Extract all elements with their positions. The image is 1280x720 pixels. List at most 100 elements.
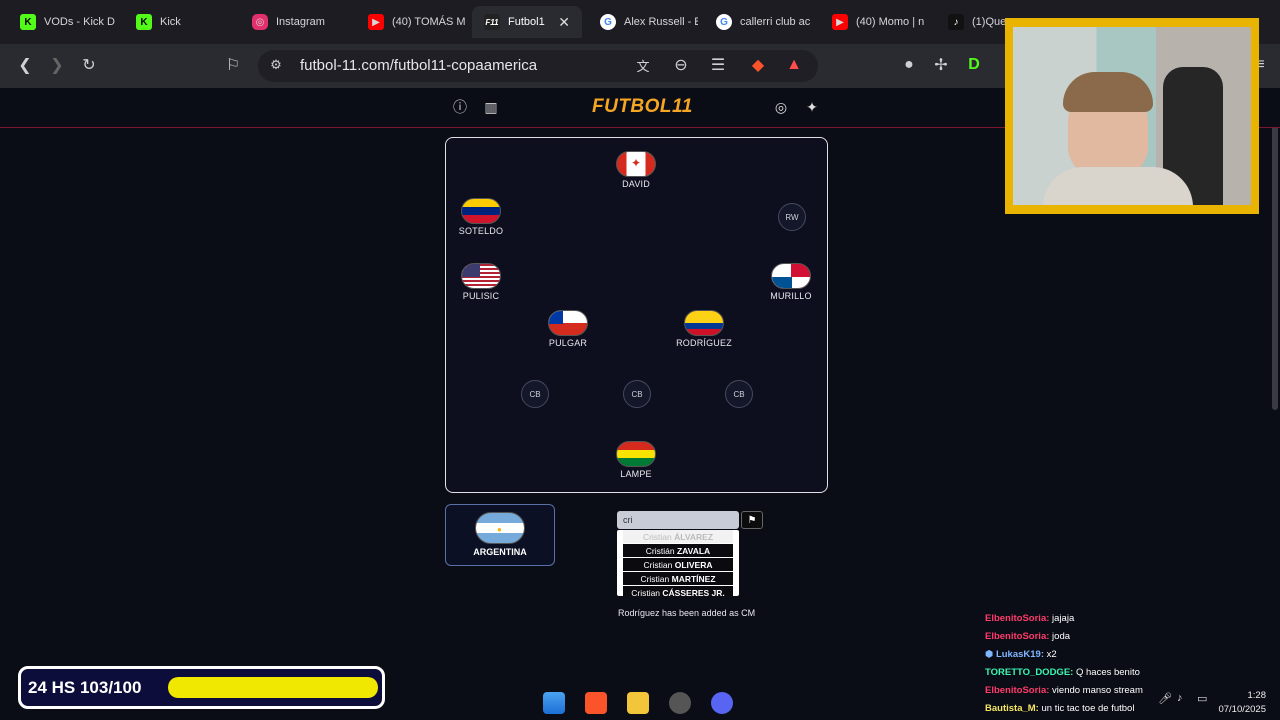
suggestion-item[interactable]: Cristian ÁLVAREZ (623, 530, 733, 544)
close-tab-icon[interactable]: ✕ (558, 14, 570, 31)
microphone-icon[interactable]: 🎤︎ (1158, 692, 1172, 705)
zoom-icon[interactable]: ⊖ (669, 53, 693, 77)
chat-message: ⬢ LukasK19: x2 (985, 649, 1057, 660)
player-david[interactable]: ✦ DAVID (591, 151, 681, 189)
goal-progress-bar (168, 677, 378, 698)
slot-cb[interactable]: CB (623, 380, 651, 408)
google-icon: G (600, 14, 616, 30)
tab-google-callerri[interactable]: G callerri club ac (704, 6, 814, 38)
brave-browser-icon[interactable] (585, 692, 607, 714)
google-icon: G (716, 14, 732, 30)
suggestion-item[interactable]: Cristián ZAVALA (623, 544, 733, 558)
team-card[interactable]: ● ARGENTINA (445, 504, 555, 566)
instagram-icon[interactable]: ◎ (772, 98, 790, 116)
player-name: DAVID (622, 179, 650, 189)
suggestion-item[interactable]: Cristian OLIVERA (623, 558, 733, 572)
player-pulisic[interactable]: PULISIC (436, 263, 526, 301)
player-name: LAMPE (620, 469, 652, 479)
tab-kick[interactable]: K Kick (124, 6, 234, 38)
tab-label: (40) TOMÁS M (392, 16, 466, 28)
url-text[interactable]: futbol-11.com/futbol11-copaamerica (300, 57, 537, 74)
player-murillo[interactable]: MURILLO (746, 263, 836, 301)
suggestions-dropdown: Cristian ÁLVAREZ Cristián ZAVALA Cristia… (617, 530, 739, 596)
team-name: ARGENTINA (473, 547, 527, 557)
discord-icon[interactable] (711, 692, 733, 714)
player-pulgar[interactable]: PULGAR (523, 310, 613, 348)
tab-label: Kick (160, 16, 181, 28)
obs-icon[interactable] (669, 692, 691, 714)
bolivia-flag-icon (616, 441, 656, 467)
stream-chat: ElbenitoSoria: jajaja ElbenitoSoria: jod… (985, 610, 1165, 718)
profile-icon[interactable]: ● (897, 53, 921, 77)
reader-icon[interactable]: ☰ (706, 53, 730, 77)
canada-flag-icon: ✦ (616, 151, 656, 177)
kick-icon: K (20, 14, 36, 30)
info-icon[interactable]: ⓘ (451, 98, 469, 116)
brave-shields-icon[interactable]: ◆ (746, 53, 770, 77)
system-clock[interactable]: 1:28 07/10/2025 (1212, 689, 1266, 717)
extension-icon[interactable]: ✢ (929, 53, 953, 77)
slot-rw[interactable]: RW (778, 203, 806, 231)
flag-icon: ⚑ (747, 514, 757, 526)
file-explorer-icon[interactable] (627, 692, 649, 714)
goal-progress-fill (168, 677, 378, 698)
site-settings-icon[interactable]: ⚙ (264, 53, 288, 77)
tab-google-alex[interactable]: G Alex Russell - E (588, 6, 698, 38)
suggestion-item[interactable]: Cristian MARTÍNEZ (623, 572, 733, 586)
network-icon[interactable]: ▭ (1197, 692, 1207, 705)
player-name: RODRÍGUEZ (676, 338, 732, 348)
scrollbar[interactable] (1272, 90, 1278, 410)
player-rodriguez[interactable]: RODRÍGUEZ (659, 310, 749, 348)
tab-vods-kick[interactable]: K VODs - Kick D (8, 6, 118, 38)
clock-date: 07/10/2025 (1218, 704, 1266, 715)
pitch (445, 137, 828, 493)
brave-rewards-icon[interactable]: ▲ (782, 53, 806, 77)
usa-flag-icon (461, 263, 501, 289)
back-icon[interactable]: ❮ (13, 53, 37, 77)
windows-start-icon[interactable] (543, 692, 565, 714)
clock-time: 1:28 (1247, 690, 1267, 701)
extension-d-icon[interactable]: D (962, 53, 986, 77)
tab-youtube-momo[interactable]: ▶ (40) Momo | n (820, 6, 930, 38)
futbol11-icon: F11 (484, 14, 500, 30)
site-logo[interactable]: FUTBOL11 (592, 96, 693, 118)
stats-icon[interactable]: ▥ (482, 98, 500, 116)
player-lampe[interactable]: LAMPE (591, 441, 681, 479)
translate-icon[interactable]: 文 (631, 53, 655, 77)
player-name: PULISIC (462, 291, 500, 301)
chat-message: ElbenitoSoria: joda (985, 631, 1071, 642)
slot-cb[interactable]: CB (725, 380, 753, 408)
player-soteldo[interactable]: SOTELDO (436, 198, 526, 236)
bookmark-icon[interactable]: ⚐ (221, 53, 245, 77)
suggestion-item[interactable]: Cristian CÁSSERES JR. (623, 586, 733, 596)
slot-cb[interactable]: CB (521, 380, 549, 408)
argentina-flag-icon: ● (475, 512, 525, 544)
tab-label: Futbol1 (508, 16, 545, 28)
tab-label: (40) Momo | n (856, 16, 925, 28)
chat-message: TORETTO_DODGE: Q haces benito (985, 667, 1140, 678)
chile-flag-icon (548, 310, 588, 336)
webcam-feed (1013, 27, 1251, 205)
tab-tiktok[interactable]: ♪ (1)Que (936, 6, 1006, 38)
tab-label: callerri club ac (740, 16, 811, 28)
tab-label: VODs - Kick D (44, 16, 115, 28)
tab-instagram[interactable]: ◎ Instagram (240, 6, 350, 38)
instagram-icon: ◎ (252, 14, 268, 30)
twitter-icon[interactable]: ✦ (803, 98, 821, 116)
forward-icon[interactable]: ❯ (45, 53, 69, 77)
tiktok-icon: ♪ (948, 14, 964, 30)
youtube-icon: ▶ (832, 14, 848, 30)
reload-icon[interactable]: ↻ (77, 53, 101, 77)
kick-icon: K (136, 14, 152, 30)
tab-youtube-tomas[interactable]: ▶ (40) TOMÁS M (356, 6, 466, 38)
volume-icon[interactable]: ♪ (1177, 692, 1183, 704)
give-up-flag-button[interactable]: ⚑ (741, 511, 763, 529)
chat-message: ElbenitoSoria: viendo manso stream (985, 685, 1143, 696)
tab-label: (1)Que (972, 16, 1006, 28)
player-name: PULGAR (548, 338, 588, 348)
status-message: Rodríguez has been added as CM (618, 608, 756, 618)
tab-futbol11[interactable]: F11 Futbol1 ✕ (472, 6, 582, 38)
player-search-input[interactable]: cri (617, 511, 739, 529)
player-name: MURILLO (770, 291, 812, 301)
panama-flag-icon (771, 263, 811, 289)
